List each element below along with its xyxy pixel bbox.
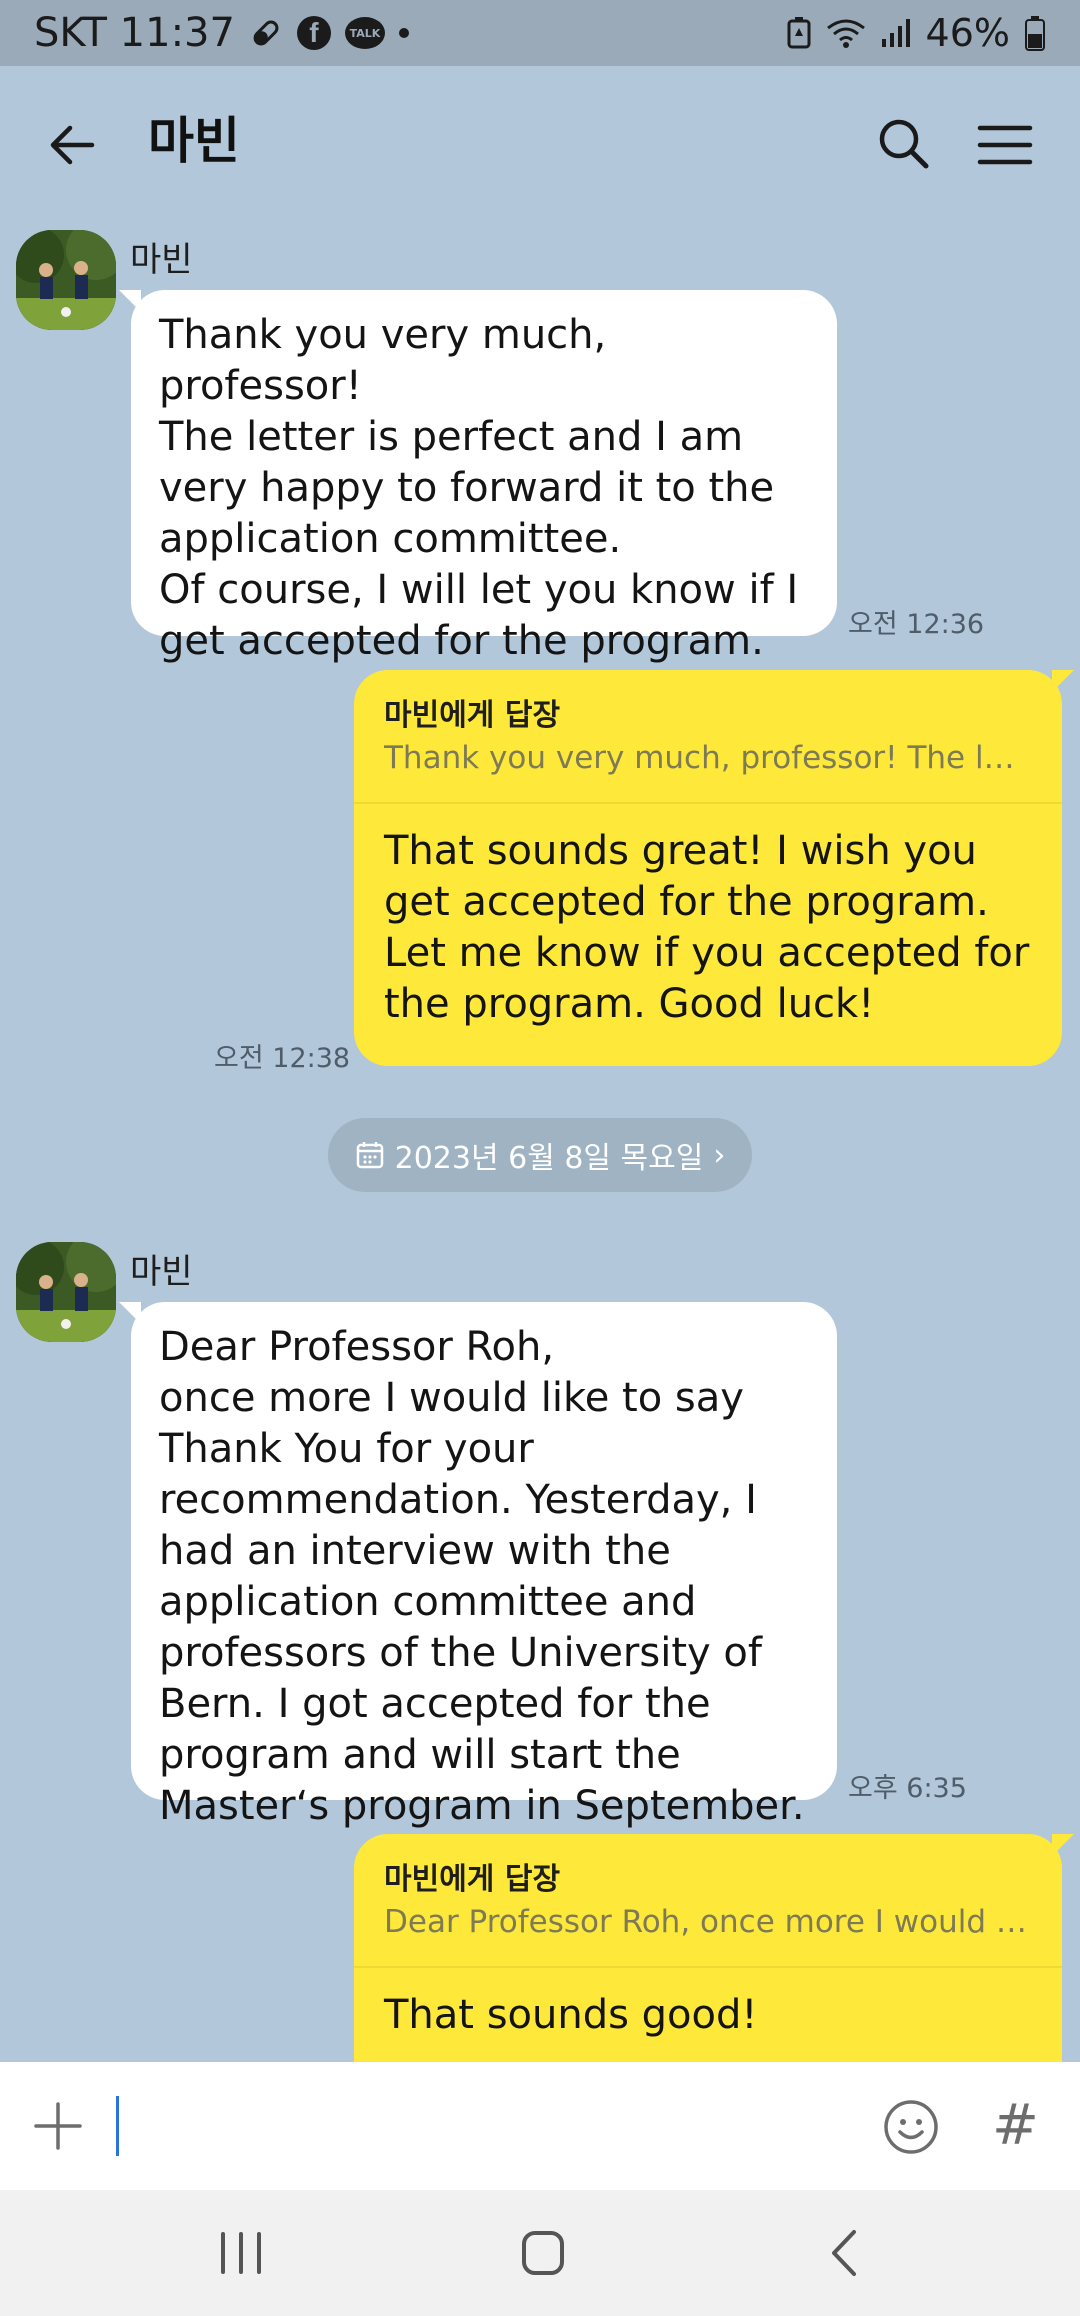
message-time: 오전 12:38 [214,1043,351,1074]
recents-button[interactable] [206,2220,276,2286]
hamburger-menu-icon [977,125,1033,165]
signal-icon [880,17,912,49]
kakaotalk-icon: TALK [344,17,385,49]
pill-icon [249,16,283,50]
outgoing-reply-message[interactable]: 마빈에게 답장 Dear Professor Roh, once more I … [354,1834,1074,2094]
system-nav-bar [0,2190,1080,2316]
status-bar: SKT 11:37 f TALK 46% [0,0,1080,66]
arrow-left-icon [50,125,95,165]
attach-button[interactable] [30,2098,86,2154]
message-input-bar: # [0,2062,1080,2190]
calendar-icon [356,1142,383,1169]
avatar-photo [16,230,116,330]
reply-quote-block[interactable]: 마빈에게 답장 Dear Professor Roh, once more I … [354,1834,1062,1968]
sender-name: 마빈 [130,240,193,280]
reply-message-text: That sounds great! I wish you get accept… [384,828,1030,1027]
battery-saver-icon [786,16,812,50]
incoming-message[interactable]: Dear Professor Roh, once more I would li… [119,1302,837,1829]
recents-icon [221,2232,261,2274]
search-button[interactable] [870,110,940,180]
home-button[interactable] [508,2220,578,2286]
wifi-icon [826,16,866,50]
battery-percent: 46% [925,11,1010,55]
menu-button[interactable] [970,110,1040,180]
notification-dot-icon [398,28,409,38]
hashtag-search-button[interactable]: # [992,2090,1039,2162]
carrier-time: SKT 11:37 [34,10,235,56]
message-time: 오후 6:35 [848,1773,967,1804]
date-divider[interactable]: 2023년 6월 8일 목요일 › [328,1118,752,1192]
reply-to-label: 마빈에게 답장 [384,1862,561,1897]
message-input[interactable] [116,2096,119,2156]
reply-message-text: That sounds good! [384,1992,758,2038]
status-left: SKT 11:37 f TALK [34,0,409,66]
plus-icon [34,2102,82,2150]
reply-to-label: 마빈에게 답장 [384,698,561,733]
emoji-icon [884,2100,938,2154]
reply-quote-text: Thank you very much, professor! The lett… [384,740,1032,776]
sender-name: 마빈 [130,1252,193,1292]
battery-icon [1024,15,1046,51]
message-time: 오전 12:36 [848,609,985,640]
avatar-photo [16,1242,116,1342]
avatar[interactable] [16,1242,116,1342]
search-icon [879,119,929,169]
system-back-button[interactable] [810,2220,880,2286]
incoming-message[interactable]: Thank you very much, professor! The lett… [119,290,837,664]
date-divider-label: 2023년 6월 8일 목요일 [394,1141,704,1176]
status-right: 46% [786,0,1046,66]
reply-quote-block[interactable]: 마빈에게 답장 Thank you very much, professor! … [354,670,1062,804]
back-button[interactable] [40,110,110,180]
emoji-button[interactable] [882,2098,940,2156]
chevron-left-icon [832,2230,856,2276]
reply-quote-text: Dear Professor Roh, once more I would li… [384,1904,1032,1940]
chevron-right-icon: › [713,1137,726,1173]
avatar[interactable] [16,230,116,330]
chat-title: 마빈 [148,112,240,170]
outgoing-reply-message[interactable]: 마빈에게 답장 Thank you very much, professor! … [354,670,1074,1066]
home-icon [522,2231,564,2275]
chat-header: 마빈 [0,66,1080,216]
facebook-icon: f [296,16,331,50]
